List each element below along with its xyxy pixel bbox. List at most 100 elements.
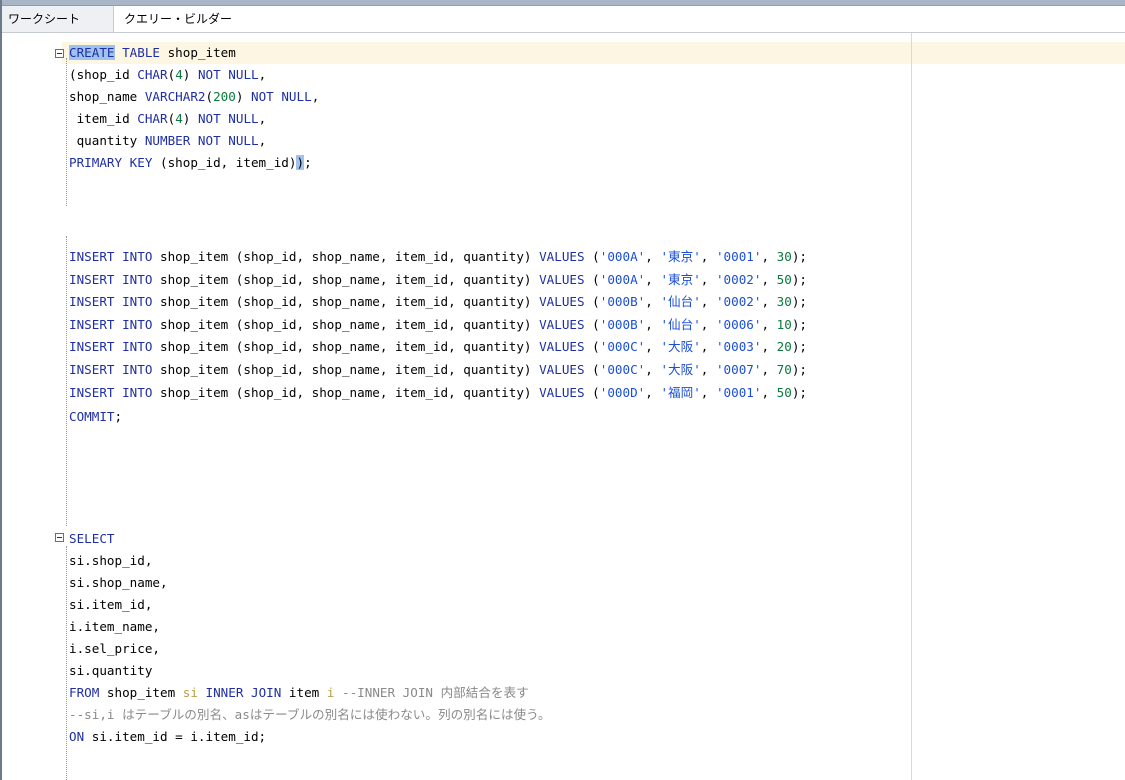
comma: , <box>761 384 777 400</box>
value-shop-name: '福岡' <box>660 384 701 400</box>
col-type: CHAR <box>137 67 168 82</box>
comma: , <box>645 339 661 355</box>
keyword-values: VALUES <box>539 339 585 355</box>
tab-worksheet[interactable]: ワークシート <box>2 6 114 32</box>
fold-toggle-create-icon[interactable] <box>55 49 64 58</box>
code-line-insert: INSERT INTO shop_item (shop_id, shop_nam… <box>69 382 807 404</box>
code-line-insert: INSERT INTO shop_item (shop_id, shop_nam… <box>69 359 807 381</box>
code-line-select: SELECT <box>69 528 115 550</box>
fold-toggle-select-icon[interactable] <box>55 533 64 542</box>
insert-target: shop_item (shop_id, shop_name, item_id, … <box>152 249 540 264</box>
comma: , <box>700 384 716 400</box>
code-line-select-col: si.shop_name, <box>69 575 168 590</box>
comma: , <box>700 271 716 287</box>
keyword-from: FROM <box>69 685 100 700</box>
statement-end: ; <box>114 409 123 424</box>
keyword-not-null: NOT NULL <box>197 111 259 126</box>
comma: , <box>761 362 777 377</box>
code-line-select-col: si.quantity <box>69 663 153 678</box>
code-line-primary-key: PRIMARY KEY (shop_id, item_id)); <box>69 152 312 174</box>
value-item-id: '0001' <box>715 384 762 400</box>
keyword-insert-into: INSERT INTO <box>69 316 153 332</box>
value-item-id: '0001' <box>715 249 762 264</box>
value-item-id: '0007' <box>715 362 762 377</box>
col-name: shop_name <box>69 89 145 104</box>
code-line-from: FROM shop_item si INNER JOIN item i --IN… <box>69 682 529 704</box>
pk-columns: (shop_id, item_id) <box>152 155 297 170</box>
col-name: (shop_id <box>69 67 138 82</box>
comma: , <box>761 249 777 264</box>
paren-close: ) <box>235 89 252 104</box>
paren-open: ( <box>584 316 600 332</box>
comma: , <box>645 271 661 287</box>
value-shop-id: '000B' <box>599 316 646 332</box>
paren-close: ) <box>182 111 198 126</box>
code-line-col-shop-id: (shop_id CHAR(4) NOT NULL, <box>69 64 266 86</box>
value-shop-id: '000C' <box>599 362 646 377</box>
value-shop-id: '000A' <box>599 249 646 264</box>
value-shop-id: '000A' <box>599 271 646 287</box>
code-line-comment: --si,i はテーブルの別名、asはテーブルの別名には使わない。列の別名には使… <box>69 707 551 722</box>
comma: , <box>258 67 267 82</box>
code-line-on: ON si.item_id = i.item_id; <box>69 726 266 748</box>
paren-open: ( <box>584 249 600 264</box>
keyword-values: VALUES <box>539 384 585 400</box>
comma: , <box>761 339 777 355</box>
matched-paren: ) <box>296 155 305 170</box>
value-shop-id: '000D' <box>599 384 646 400</box>
comma: , <box>258 133 267 148</box>
keyword-values: VALUES <box>539 249 585 264</box>
keyword-values: VALUES <box>539 316 585 332</box>
comma: , <box>645 384 661 400</box>
fold-guide-select <box>66 546 67 780</box>
keyword-insert-into: INSERT INTO <box>69 249 153 264</box>
col-length: 200 <box>213 89 236 104</box>
insert-target: shop_item (shop_id, shop_name, item_id, … <box>152 316 540 332</box>
code-line-select-col: i.item_name, <box>69 619 160 634</box>
keyword-on: ON <box>69 729 85 744</box>
code-line-select-col: si.item_id, <box>69 597 153 612</box>
code-line-insert: INSERT INTO shop_item (shop_id, shop_nam… <box>69 314 807 336</box>
comma: , <box>311 89 320 104</box>
value-item-id: '0002' <box>715 271 762 287</box>
fold-guide-body <box>66 236 67 526</box>
statement-end: ); <box>791 362 807 377</box>
editor-tab-bar: ワークシート クエリー・ビルダー <box>2 6 1125 33</box>
comma: , <box>645 362 661 377</box>
keyword-insert-into: INSERT INTO <box>69 271 153 287</box>
paren-open: ( <box>205 89 214 104</box>
keyword-primary-key: PRIMARY KEY <box>69 155 153 170</box>
value-quantity: 10 <box>776 316 792 332</box>
col-type: CHAR <box>137 111 168 126</box>
tab-query-builder[interactable]: クエリー・ビルダー <box>124 6 244 32</box>
code-line-insert: INSERT INTO shop_item (shop_id, shop_nam… <box>69 269 807 291</box>
comma: , <box>700 294 716 310</box>
keyword-insert-into: INSERT INTO <box>69 339 153 355</box>
value-shop-id: '000B' <box>599 294 646 310</box>
statement-end: ); <box>791 271 807 287</box>
comma: , <box>645 316 661 332</box>
value-shop-name: '仙台' <box>660 294 701 310</box>
value-shop-name: '大阪' <box>660 362 701 377</box>
keyword-commit: COMMIT <box>69 409 115 424</box>
statement-end: ); <box>791 294 807 310</box>
value-quantity: 30 <box>776 249 792 264</box>
insert-target: shop_item (shop_id, shop_name, item_id, … <box>152 339 540 355</box>
value-item-id: '0003' <box>715 339 762 355</box>
comma: , <box>645 249 661 264</box>
paren-open: ( <box>584 362 600 377</box>
insert-target: shop_item (shop_id, shop_name, item_id, … <box>152 294 540 310</box>
from-table: shop_item <box>99 685 183 700</box>
keyword-not-null: NOT NULL <box>197 67 259 82</box>
comma: , <box>258 111 267 126</box>
value-item-id: '0006' <box>715 316 762 332</box>
value-quantity: 50 <box>776 271 792 287</box>
insert-target: shop_item (shop_id, shop_name, item_id, … <box>152 271 540 287</box>
comma: , <box>645 294 661 310</box>
comma: , <box>761 294 777 310</box>
keyword-not-null: NOT NULL <box>251 89 312 104</box>
keyword-inner-join: INNER JOIN <box>197 685 282 700</box>
code-line-col-item-id: item_id CHAR(4) NOT NULL, <box>69 108 267 130</box>
paren-open: ( <box>584 339 600 355</box>
